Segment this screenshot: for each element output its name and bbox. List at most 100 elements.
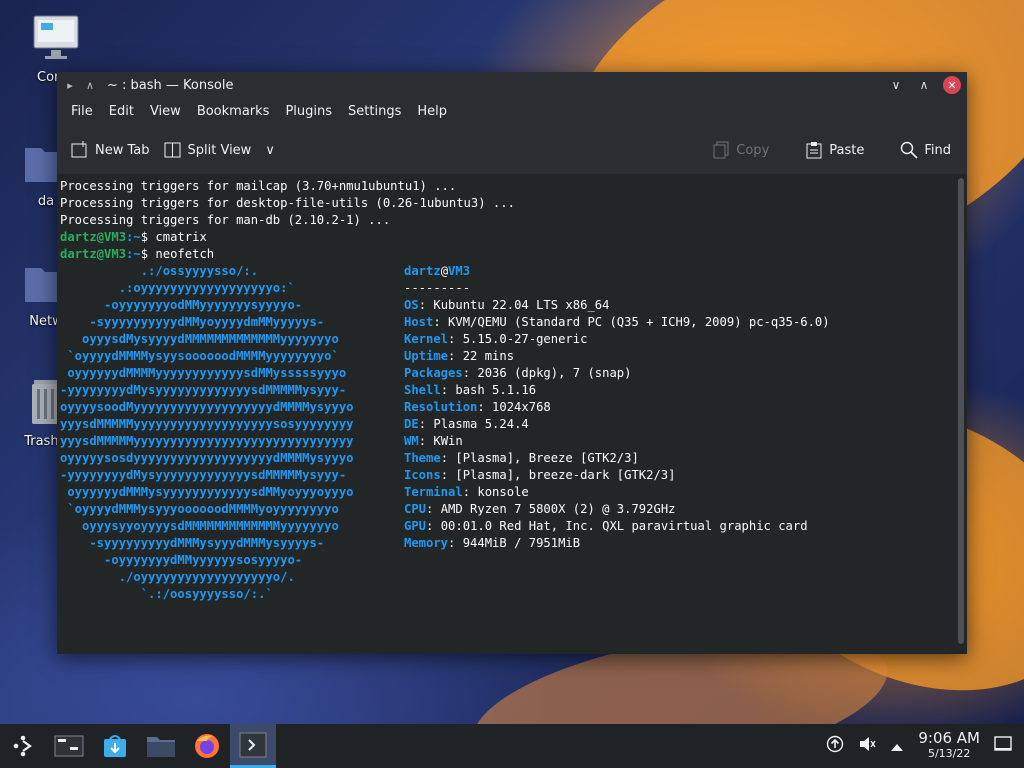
volume-muted-icon[interactable] — [858, 735, 876, 757]
close-button[interactable]: ✕ — [943, 76, 961, 94]
dolphin-button[interactable] — [138, 724, 184, 768]
toolbar: New Tab Split View ∨ Copy Paste Find — [57, 126, 967, 175]
info-row: Uptime: 22 mins — [404, 348, 830, 365]
firefox-button[interactable] — [184, 724, 230, 768]
logo-line: .:/ossyyyysso/:. — [60, 264, 259, 278]
minimize-button[interactable]: ∨ — [887, 76, 905, 94]
info-row: GPU: 00:01.0 Red Hat, Inc. QXL paravirtu… — [404, 518, 830, 535]
info-key: GPU — [404, 519, 427, 533]
scrollbar-thumb[interactable] — [958, 178, 964, 644]
discover-button[interactable] — [92, 724, 138, 768]
logo-line: `.:/oosyyyysso/:.` — [60, 587, 273, 601]
konsole-app-icon[interactable]: ▸ — [63, 78, 77, 92]
show-desktop-icon[interactable] — [994, 736, 1012, 756]
prompt-symbol: $ — [140, 247, 156, 261]
chevron-down-icon[interactable]: ∨ — [265, 143, 275, 158]
info-row: Resolution: 1024x768 — [404, 399, 830, 416]
logo-line: yyysdMMMMMyyyyyyyyyyyyyyyyyyysosyyyyyyyy — [60, 417, 354, 431]
discover-store-icon — [104, 735, 126, 757]
info-value: : konsole — [462, 485, 529, 499]
info-row: OS: Kubuntu 22.04 LTS x86_64 — [404, 297, 830, 314]
paste-button[interactable]: Paste — [805, 141, 864, 159]
logo-line: ./oyyyyyyyyyyyyyyyyyyo/. — [60, 570, 295, 584]
info-value: : Plasma 5.24.4 — [418, 417, 529, 431]
menu-view[interactable]: View — [142, 98, 189, 126]
info-value: : AMD Ryzen 7 5800X (2) @ 3.792GHz — [426, 502, 676, 516]
split-view-button[interactable]: Split View ∨ — [164, 141, 275, 159]
logo-line: -oyyyyyyydMMyyyyyysosyyyyo- — [60, 553, 303, 567]
menu-bar: File Edit View Bookmarks Plugins Setting… — [57, 98, 967, 126]
konsole-taskbar-button[interactable] — [230, 724, 276, 768]
info-row: DE: Plasma 5.24.4 — [404, 416, 830, 433]
terminal-scrollbar[interactable] — [955, 174, 967, 654]
logo-line: -syyyyyyyyydMMMysyyydMMMysyyyys- — [60, 536, 325, 550]
logo-line: .:oyyyyyyyyyyyyyyyyyyo:` — [60, 281, 295, 295]
copy-button[interactable]: Copy — [712, 141, 769, 159]
info-key: Packages — [404, 366, 463, 380]
menu-help[interactable]: Help — [409, 98, 455, 126]
info-key: Uptime — [404, 349, 449, 363]
title-bar[interactable]: ▸ ∧ ~ : bash — Konsole ∨ ∧ ✕ — [57, 72, 967, 98]
command-line: dartz@VM3:~$ neofetch — [60, 246, 955, 263]
menu-edit[interactable]: Edit — [101, 98, 142, 126]
logo-line: -oyyyyyyyodMMyyyyyyysyyyyo- — [60, 298, 303, 312]
info-value: : bash 5.1.16 — [440, 383, 537, 397]
logo-line: -yyyyyyyydMysyyyyyyyyyyyyysdMMMMMysyyy- — [60, 383, 347, 397]
info-key: DE — [404, 417, 419, 431]
info-key: OS — [404, 298, 419, 312]
update-notifier-icon[interactable] — [826, 735, 844, 757]
digital-clock[interactable]: 9:06 AM 5/13/22 — [918, 731, 980, 761]
menu-settings[interactable]: Settings — [340, 98, 409, 126]
info-host: VM3 — [448, 264, 471, 278]
info-value: : 00:01.0 Red Hat, Inc. QXL paravirtual … — [426, 519, 808, 533]
logo-line: -yyyyyyyydMysyyyyyyyyyyyyysdMMMMMysyyy- — [60, 468, 347, 482]
logo-line: `oyyyydMMMMysyysoooooodMMMMyyyyyyyyo` — [60, 349, 339, 363]
pager-button[interactable] — [46, 724, 92, 768]
menu-bookmarks[interactable]: Bookmarks — [189, 98, 278, 126]
application-launcher-button[interactable] — [0, 724, 46, 768]
konsole-icon — [239, 732, 267, 757]
info-row: Terminal: konsole — [404, 484, 830, 501]
show-hidden-icons-icon[interactable] — [890, 737, 904, 756]
maximize-button[interactable]: ∧ — [915, 76, 933, 94]
terminal-view[interactable]: Processing triggers for mailcap (3.70+nm… — [57, 174, 955, 654]
split-view-icon — [164, 141, 182, 159]
output-line: Processing triggers for man-db (2.10.2-1… — [60, 213, 391, 227]
info-key: Host — [404, 315, 434, 329]
logo-line: oyyyyyydMMMysyyyyyyyyyyyysdMMyoyyyoyyyo — [60, 485, 354, 499]
info-key: Memory — [404, 536, 449, 550]
find-button[interactable]: Find — [900, 141, 951, 159]
info-row: Host: KVM/QEMU (Standard PC (Q35 + ICH9,… — [404, 314, 830, 331]
logo-line: oyyyyysosdyyyyyyyyyyyyyyyyyyydMMMMysyyyo — [60, 451, 354, 465]
logo-line: oyyyyyydMMMMyyyyyyyyyyyysdMMysssssyyyo — [60, 366, 347, 380]
logo-line: -syyyyyyyyyydMMyoyyyydmMMyyyyys- — [60, 315, 325, 329]
search-icon — [900, 141, 918, 159]
menu-plugins[interactable]: Plugins — [277, 98, 340, 126]
taskbar: 9:06 AM 5/13/22 — [0, 724, 1024, 768]
info-key: WM — [404, 434, 419, 448]
copy-label: Copy — [736, 142, 770, 158]
command-line: dartz@VM3:~$ cmatrix — [60, 229, 955, 246]
new-tab-button[interactable]: New Tab — [71, 141, 150, 159]
info-key: Theme — [404, 451, 441, 465]
info-row: Shell: bash 5.1.16 — [404, 382, 830, 399]
computer-icon — [20, 14, 92, 66]
prompt-user: dartz@VM3 — [60, 247, 127, 261]
info-value: : 1024x768 — [477, 400, 551, 414]
info-key: Kernel — [404, 332, 449, 346]
menu-file[interactable]: File — [63, 98, 101, 126]
info-value: : 5.15.0-27-generic — [448, 332, 588, 346]
system-tray: 9:06 AM 5/13/22 — [826, 731, 1012, 761]
info-row: Memory: 944MiB / 7951MiB — [404, 535, 830, 552]
keep-above-icon[interactable]: ∧ — [83, 78, 97, 92]
info-key: Terminal — [404, 485, 463, 499]
info-value: : [Plasma], breeze-dark [GTK2/3] — [440, 468, 676, 482]
info-row: WM: KWin — [404, 433, 830, 450]
info-separator: --------- — [404, 281, 471, 295]
paste-icon — [805, 141, 823, 159]
info-row: Packages: 2036 (dpkg), 7 (snap) — [404, 365, 830, 382]
command-text: cmatrix — [155, 230, 207, 244]
prompt-symbol: $ — [140, 230, 156, 244]
info-row: Theme: [Plasma], Breeze [GTK2/3] — [404, 450, 830, 467]
firefox-icon — [195, 734, 219, 758]
